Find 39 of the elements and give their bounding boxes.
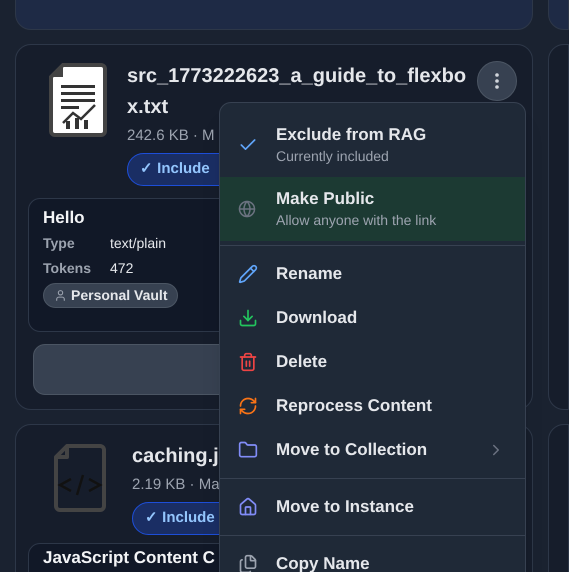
trash-icon: [238, 352, 258, 372]
file-meta: 2.19 KB · Ma: [132, 475, 220, 495]
detail-label: Tokens: [43, 258, 92, 278]
person-icon: [54, 288, 67, 302]
detail-value: 472: [110, 258, 134, 278]
menu-item-label: Make Public: [276, 188, 376, 210]
card: [548, 0, 569, 30]
menu-item[interactable]: Delete: [220, 340, 525, 384]
pencil-icon: [238, 264, 258, 284]
vault-chip: Personal Vault: [43, 282, 178, 308]
menu-item-label: Delete: [276, 351, 328, 373]
copy-icon: [238, 554, 258, 572]
menu-item[interactable]: Rename: [220, 252, 525, 296]
more-icon: [495, 73, 499, 89]
house-icon: [238, 497, 258, 517]
menu-item-description: Currently included: [276, 147, 390, 166]
menu-item-label: Download: [276, 307, 358, 329]
refresh-icon: [238, 396, 258, 416]
document-chart-icon: [48, 63, 106, 137]
menu-item-label: Move to Instance: [276, 496, 414, 518]
menu-item[interactable]: Reprocess Content: [220, 384, 525, 428]
details-title: JavaScript Content C: [43, 548, 215, 568]
menu-item[interactable]: Make Public Allow anyone with the link: [220, 177, 525, 241]
folder-icon: [238, 440, 258, 460]
detail-value: text/plain: [110, 234, 166, 253]
menu-item[interactable]: Download: [220, 296, 525, 340]
menu-item-label: Exclude from RAG: [276, 124, 426, 146]
more-options-button[interactable]: [477, 61, 517, 101]
detail-label: Type: [43, 234, 76, 253]
menu-item-label: Rename: [276, 263, 342, 285]
file-meta: 242.6 KB · M: [127, 126, 215, 146]
menu-item-description: Allow anyone with the link: [276, 211, 436, 230]
menu-item-label: Reprocess Content: [276, 395, 432, 417]
menu-item[interactable]: Move to Collection: [220, 428, 525, 472]
details-title: Hello: [43, 208, 85, 228]
file-title: caching.j: [132, 444, 219, 469]
menu-item-label: Move to Collection: [276, 439, 428, 461]
download-icon: [238, 308, 258, 328]
code-file-icon: [53, 443, 107, 513]
